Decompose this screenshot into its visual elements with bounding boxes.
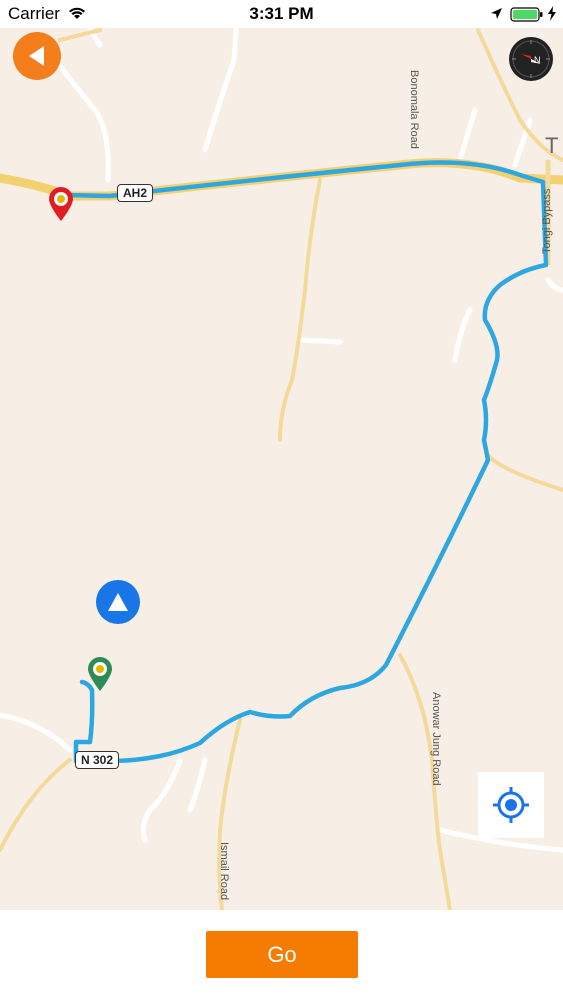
status-bar: Carrier 3:31 PM [0,0,563,28]
highway-shield-n302: N 302 [75,751,120,769]
highway-shield-ah2: AH2 [117,184,154,202]
clock: 3:31 PM [249,4,314,23]
back-arrow-icon [29,46,44,66]
back-button[interactable] [13,32,61,80]
destination-pin-icon[interactable] [47,186,75,222]
locate-me-button[interactable] [478,772,544,838]
navigation-triangle-icon [108,593,128,611]
user-location-marker [96,580,140,624]
location-arrow-icon [491,8,502,19]
road-label-ismail: Ismail Road [218,842,230,901]
charging-bolt-icon [548,6,556,21]
compass-icon[interactable]: N [508,36,554,82]
route-path [61,160,549,764]
crosshair-icon [493,787,529,823]
road-label-tongi-bypass: Tongi Bypass [541,188,553,254]
road-label-anowar-jung: Anowar Jung Road [430,692,442,786]
edge-letter: T [545,133,559,158]
svg-text:N: N [534,55,541,65]
road-label-bonomala: Bonomala Road [408,70,420,149]
origin-pin-icon[interactable] [86,656,114,692]
battery-icon [510,7,543,22]
go-button[interactable]: Go [206,931,358,978]
